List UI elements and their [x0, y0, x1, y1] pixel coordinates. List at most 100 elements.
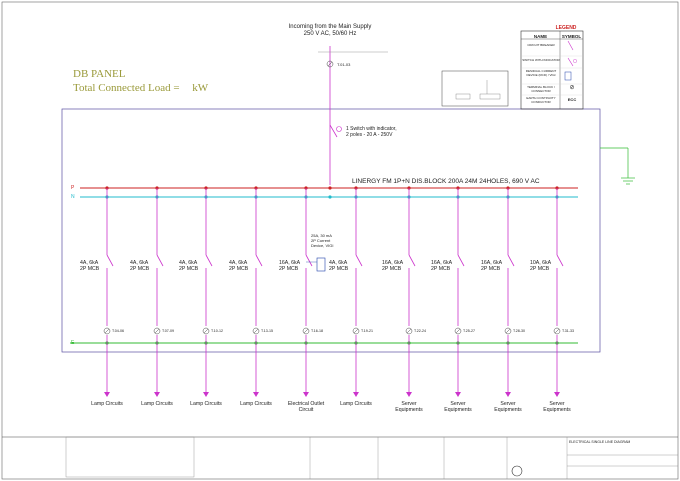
terminal-label: T.16-18: [311, 329, 323, 333]
mcb-type: 2P MCB: [80, 266, 100, 272]
circuit-name: Electrical Outlet Circuit: [287, 401, 325, 413]
main-switch-icon: [329, 124, 338, 138]
terminal-label: T.07-09: [162, 329, 174, 333]
busbar-block-label: LINERGY FM 1P+N DIS.BLOCK 200A 24M 24HOL…: [352, 178, 540, 185]
incoming-line-2: 250 V AC, 50/60 Hz: [303, 31, 357, 37]
legend-row-3: RESIDUAL CURRENT DEVICE (RCD) / VIGI: [525, 69, 557, 77]
terminal-slash: [455, 328, 461, 334]
terminal-slash: [104, 328, 110, 334]
legend-terminal-symbol: ⊘: [569, 85, 575, 91]
mcb-label: 4A, 6kA 2P MCB: [130, 260, 149, 272]
company-logo-icon: [511, 465, 523, 477]
mcb-label: 4A, 6kA 2P MCB: [80, 260, 99, 272]
mcb-type: 2P MCB: [530, 266, 550, 272]
mcb-switch-icon: [305, 254, 313, 267]
mcb-type: 2P MCB: [179, 266, 199, 272]
mcb-label: 4A, 6kA 2P MCB: [329, 260, 348, 272]
terminal-label: T.31-33: [562, 329, 574, 333]
circuit-name: Server Equipments: [494, 401, 522, 413]
model-inset: [441, 70, 509, 107]
mcb-label: 16A, 6kA 2P MCB: [431, 260, 452, 272]
earth-bus-label: E: [71, 340, 75, 346]
circuit-name: Lamp Circuits: [240, 401, 272, 407]
legend-breaker-icon: [567, 40, 574, 51]
load-arrow-icon: [406, 392, 412, 397]
legend-title: LEGEND: [555, 25, 577, 31]
panel-enclosure: [61, 108, 601, 353]
mcb-type: 2P MCB: [130, 266, 150, 272]
mcb-label: 4A, 6kA 2P MCB: [179, 260, 198, 272]
terminal-slash: [203, 328, 209, 334]
mcb-switch-icon: [205, 254, 213, 267]
db-panel-heading: DB PANEL Total Connected Load = kW: [73, 67, 208, 95]
phase-bus-label: P: [71, 185, 75, 191]
legend-name-header: NAME: [533, 34, 548, 39]
load-arrow-icon: [253, 392, 259, 397]
mcb-switch-icon: [457, 254, 465, 267]
db-panel-title: DB PANEL: [73, 68, 126, 80]
rcd-line-3: Device, VIGI: [311, 243, 334, 248]
mcb-label: 16A, 6kA 2P MCB: [279, 260, 300, 272]
mcb-label: 4A, 6kA 2P MCB: [229, 260, 248, 272]
load-arrow-icon: [303, 392, 309, 397]
terminal-label: T.13-15: [261, 329, 273, 333]
incoming-neutral-junction: [328, 195, 332, 199]
mcb-type: 2P MCB: [382, 266, 402, 272]
legend-row-1: CIRCUIT BREAKER: [527, 43, 555, 47]
load-arrow-icon: [104, 392, 110, 397]
circuit-branches: [103, 186, 564, 397]
legend-rcd-icon: [564, 71, 572, 81]
total-load-label: Total Connected Load =: [73, 82, 180, 94]
circuit-name: Server Equipments: [395, 401, 423, 413]
legend-row-5: EARTH CONTINUITY CONDUCTOR: [526, 96, 556, 104]
circuit-name: Lamp Circuits: [340, 401, 372, 407]
mcb-type: 2P MCB: [279, 266, 299, 272]
drawing-title: ELECTRICAL SINGLE LINE DIAGRAM: [569, 440, 631, 444]
legend-switch-icon: [567, 57, 574, 67]
mcb-type: 2P MCB: [329, 266, 349, 272]
indicator-lamp-icon: [336, 126, 342, 132]
mcb-switch-icon: [355, 254, 363, 267]
mcb-switch-icon: [156, 254, 164, 267]
revision-table: [65, 436, 195, 478]
terminal-label: T.25-27: [463, 329, 475, 333]
main-switch-line-2: 2 poles - 20 A - 250V: [346, 132, 393, 138]
circuit-name: Server Equipments: [444, 401, 472, 413]
rcd-label: 25A, 30 mA 2P Current Device, VIGI: [311, 233, 333, 248]
load-arrow-icon: [505, 392, 511, 397]
mcb-switch-icon: [556, 254, 564, 267]
terminal-slash: [253, 328, 259, 334]
total-load-unit: kW: [192, 82, 209, 94]
load-arrow-icon: [154, 392, 160, 397]
mcb-label: 10A, 6kA 2P MCB: [530, 260, 551, 272]
terminal-label: T.19-21: [361, 329, 373, 333]
terminal-slash: [154, 328, 160, 334]
legend-symbol-header: SYMBOL: [561, 34, 582, 39]
mcb-label: 16A, 6kA 2P MCB: [382, 260, 403, 272]
terminal-slash: [406, 328, 412, 334]
load-arrow-icon: [203, 392, 209, 397]
incoming-phase-junction: [328, 186, 332, 190]
neutral-bus-label: N: [71, 194, 75, 200]
terminal-slash: [554, 328, 560, 334]
mcb-label: 16A, 6kA 2P MCB: [481, 260, 502, 272]
load-arrow-icon: [455, 392, 461, 397]
terminal-slash: [303, 328, 309, 334]
terminal-slash: [505, 328, 511, 334]
mcb-switch-icon: [408, 254, 416, 267]
load-arrow-icon: [554, 392, 560, 397]
terminal-label: T.04-06: [112, 329, 124, 333]
incoming-line-1: Incoming from the Main Supply: [288, 24, 372, 30]
load-arrow-icon: [353, 392, 359, 397]
main-switch-label: 1 Switch with indicator, 2 poles - 20 A …: [346, 126, 397, 138]
terminal-label: T.22-24: [414, 329, 426, 333]
terminal-label: T.10-12: [211, 329, 223, 333]
mcb-type: 2P MCB: [481, 266, 501, 272]
mcb-type: 2P MCB: [431, 266, 451, 272]
mcb-type: 2P MCB: [229, 266, 249, 272]
legend-row-2: SWITCH WITH INDICATOR: [522, 58, 560, 62]
terminal-label: T.28-30: [513, 329, 525, 333]
circuit-name: Server Equipments: [543, 401, 571, 413]
incoming-supply-label: Incoming from the Main Supply 250 V AC, …: [270, 24, 390, 38]
total-load-line: Total Connected Load = kW: [73, 81, 208, 95]
